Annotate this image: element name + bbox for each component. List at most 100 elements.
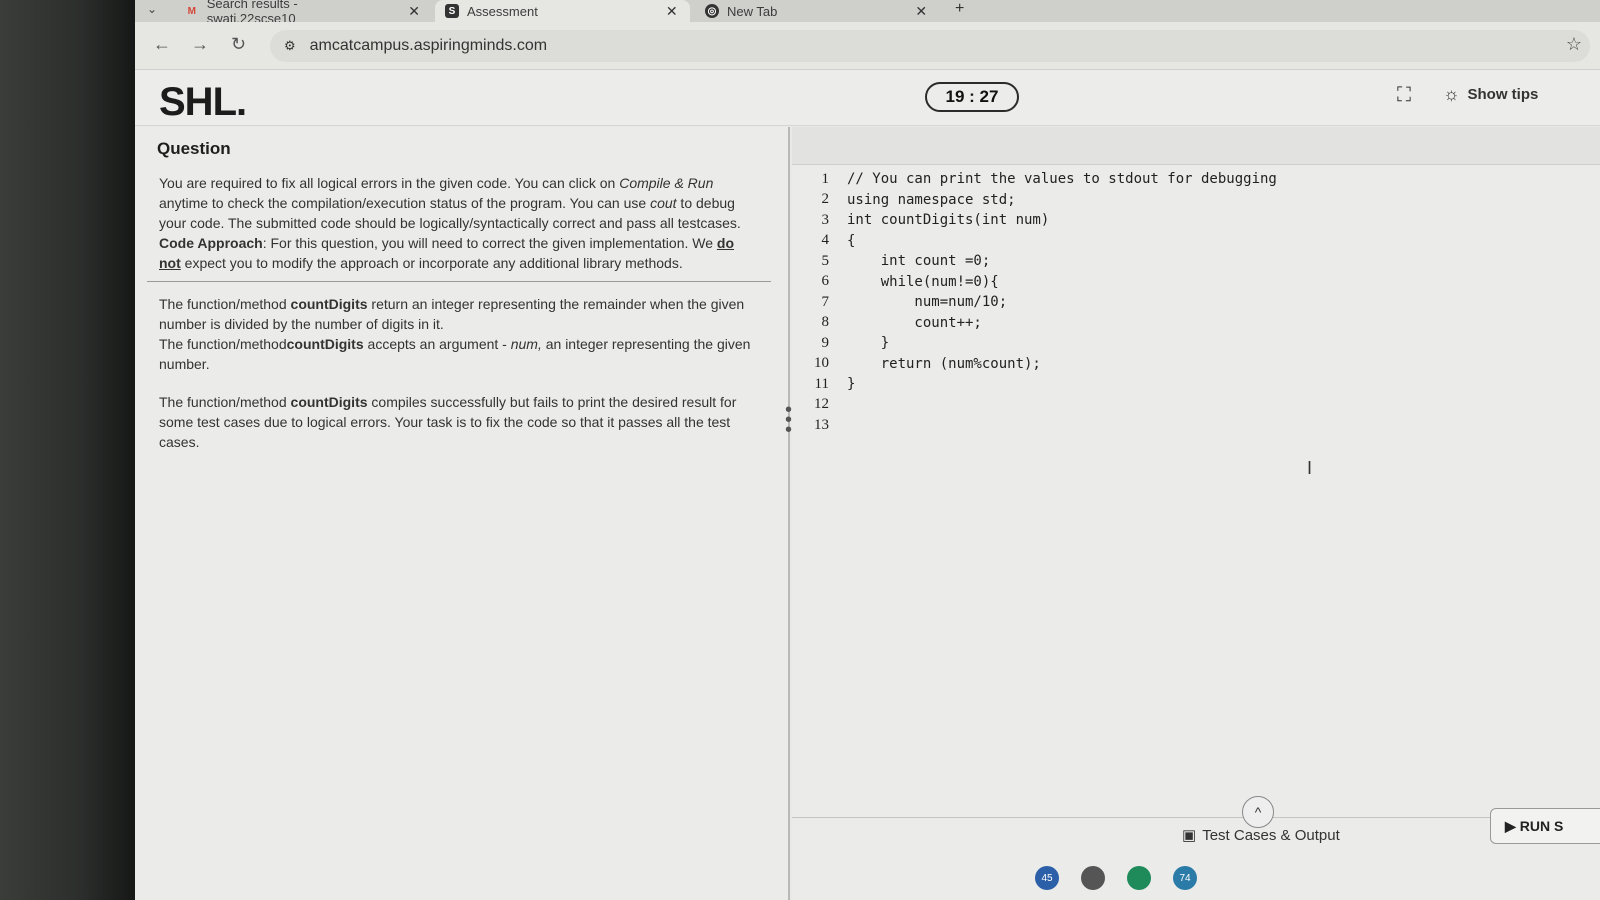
navigation-bar: ← → ↻ ⚙ amcatcampus.aspiringminds.com ☆ (135, 22, 1600, 70)
bookmark-star-icon[interactable]: ☆ (1566, 34, 1582, 55)
code-text[interactable]: while(num!=0){ (847, 274, 999, 290)
divider (147, 281, 771, 282)
task-paragraph: The function/method countDigits compiles… (159, 392, 759, 452)
shl-logo: SHL. (159, 80, 247, 124)
taskbar-icons: 45 74 (1035, 866, 1197, 890)
taskbar-app-icon[interactable] (1127, 866, 1151, 890)
show-tips-button[interactable]: ☼ Show tips (1443, 84, 1538, 105)
close-tab-icon[interactable]: ✕ (408, 3, 420, 20)
function-name: countDigits (290, 296, 368, 312)
code-line[interactable]: 12 (792, 395, 1600, 416)
taskbar-app-icon[interactable] (1081, 866, 1105, 890)
line-number: 7 (821, 293, 830, 310)
code-approach-paragraph: Code Approach: For this question, you wi… (159, 233, 759, 273)
line-number: 8 (821, 314, 830, 331)
line-number: 13 (814, 416, 829, 433)
code-line[interactable]: 2 using namespace std; (792, 190, 1600, 211)
text: The function/method (159, 394, 291, 410)
function-name: countDigits (286, 336, 364, 352)
code-editor[interactable]: 1 // You can print the values to stdout f… (792, 127, 1600, 817)
taskbar-badge[interactable]: 45 (1035, 866, 1059, 890)
reload-icon[interactable]: ↻ (231, 34, 246, 55)
countdown-timer: 19 : 27 (925, 82, 1019, 112)
browser-window: ⌄ M Search results - swati.22scse10 ✕ S … (135, 0, 1600, 900)
num-text: num, (510, 336, 542, 352)
show-tips-label: Show tips (1467, 86, 1539, 103)
code-line[interactable]: 13 (792, 415, 1600, 436)
back-arrow-icon[interactable]: ← (153, 34, 171, 55)
code-line[interactable]: 4{ (792, 231, 1600, 252)
code-text[interactable]: { (847, 233, 855, 249)
code-line[interactable]: 9 } (792, 333, 1600, 354)
code-line[interactable]: 8 count++; (792, 313, 1600, 334)
tab-new-tab[interactable]: ◎ New Tab ✕ (695, 0, 945, 22)
cout-text: cout (650, 195, 677, 211)
play-icon: ▶ (1505, 817, 1516, 834)
text: expect you to modify the approach or inc… (180, 255, 683, 271)
code-line[interactable]: 6 while(num!=0){ (792, 272, 1600, 293)
tab-assessment[interactable]: S Assessment ✕ (435, 0, 690, 22)
expand-chevron-icon[interactable]: ^ (1242, 796, 1274, 828)
code-approach-label: Code Approach (159, 235, 263, 251)
code-text[interactable]: count++; (847, 315, 981, 331)
line-number: 3 (821, 211, 830, 228)
test-cases-tab[interactable]: ▣ Test Cases & Output (1182, 826, 1340, 845)
line-number: 12 (814, 396, 829, 413)
panel-resize-handle[interactable]: • • • (785, 400, 792, 440)
text: The function/method (159, 336, 287, 352)
new-tab-plus-icon[interactable]: + (955, 0, 964, 18)
tab-gmail[interactable]: M Search results - swati.22scse10 ✕ (175, 0, 430, 26)
line-number: 9 (821, 334, 830, 351)
fullscreen-icon[interactable]: ⛶ (1397, 84, 1411, 107)
forward-arrow-icon[interactable]: → (191, 34, 209, 55)
line-number: 1 (821, 170, 830, 187)
question-body: You are required to fix all logical erro… (147, 173, 771, 452)
code-text[interactable]: num=num/10; (847, 294, 1007, 310)
instructions-paragraph: You are required to fix all logical erro… (159, 173, 759, 233)
code-text[interactable]: return (num%count); (847, 356, 1041, 372)
url-text[interactable]: amcatcampus.aspiringminds.com (310, 37, 547, 55)
question-panel: Question You are required to fix all log… (135, 127, 790, 900)
code-text[interactable]: } (847, 335, 889, 351)
code-line[interactable]: 3 int countDigits(int num) (792, 210, 1600, 231)
question-title: Question (157, 139, 231, 158)
code-text[interactable]: // You can print the values to stdout fo… (847, 171, 1277, 187)
function-description: The function/method countDigits return a… (159, 294, 759, 334)
code-lines[interactable]: 1 // You can print the values to stdout f… (792, 169, 1600, 436)
line-number: 6 (821, 273, 830, 290)
tab-search-icon[interactable]: ⌄ (147, 2, 157, 16)
line-number: 11 (814, 375, 829, 392)
code-text[interactable]: using namespace std; (847, 192, 1016, 208)
gmail-icon: M (187, 5, 197, 17)
code-line[interactable]: 7 num=num/10; (792, 292, 1600, 313)
site-settings-icon[interactable]: ⚙ (284, 38, 296, 54)
text: accepts an argument - (363, 336, 511, 352)
text: The function/method (159, 296, 291, 312)
compile-run-text: Compile & Run (619, 175, 714, 191)
tab-label: New Tab (727, 3, 778, 19)
taskbar-badge[interactable]: 74 (1173, 866, 1197, 890)
text: You are required to fix all logical erro… (159, 175, 620, 191)
close-tab-icon[interactable]: ✕ (666, 3, 678, 20)
code-line[interactable]: 11} (792, 374, 1600, 395)
code-text[interactable]: int count =0; (847, 253, 991, 269)
text-cursor-icon: I (1307, 458, 1313, 478)
code-line[interactable]: 10 return (num%count); (792, 354, 1600, 375)
clipboard-icon: ▣ (1182, 827, 1197, 844)
code-line[interactable]: 1 // You can print the values to stdout f… (792, 169, 1600, 190)
line-number: 10 (814, 355, 829, 372)
newtab-icon: ◎ (705, 4, 719, 18)
code-line[interactable]: 5 int count =0; (792, 251, 1600, 272)
function-name: countDigits (290, 394, 368, 410)
run-button[interactable]: ▶ RUN S (1490, 808, 1600, 844)
text: anytime to check the compilation/executi… (159, 195, 651, 211)
tab-label: Assessment (467, 3, 538, 19)
code-text[interactable]: } (847, 376, 855, 392)
function-argument: The function/methodcountDigits accepts a… (159, 334, 759, 374)
text: : For this question, you will need to co… (262, 235, 717, 251)
address-bar[interactable]: ⚙ amcatcampus.aspiringminds.com (270, 30, 1590, 62)
code-text[interactable]: int countDigits(int num) (847, 212, 1049, 228)
close-tab-icon[interactable]: ✕ (915, 3, 927, 20)
line-number: 4 (821, 232, 830, 249)
